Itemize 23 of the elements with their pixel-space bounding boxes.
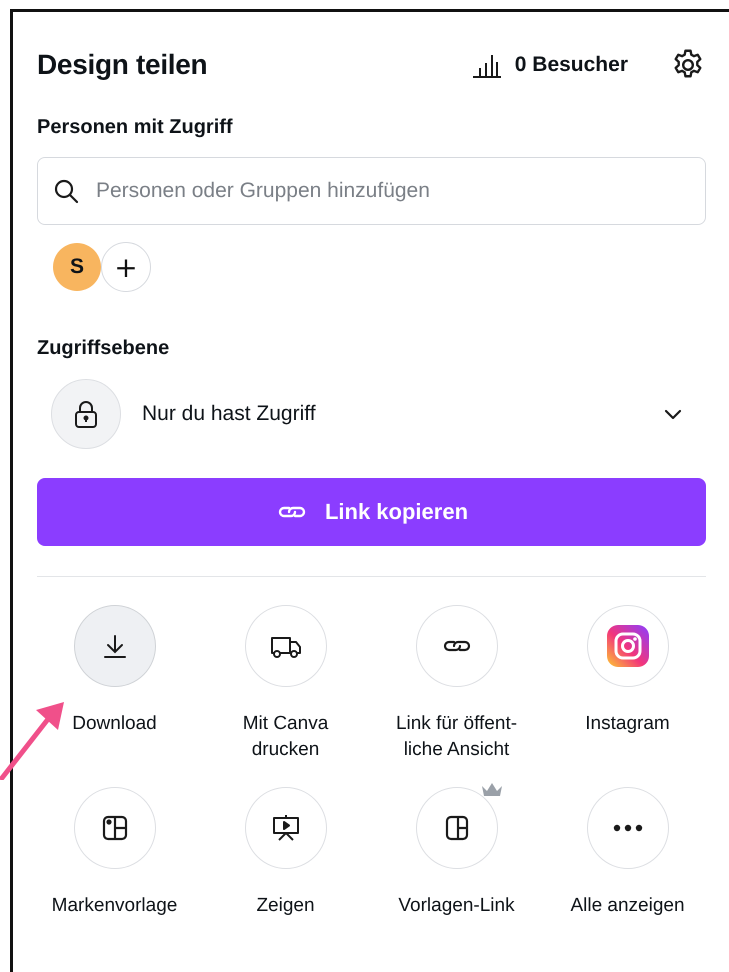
access-level-dropdown[interactable]: Nur du hast Zugriff [142, 402, 643, 426]
instagram-icon [606, 624, 650, 668]
option-label: Zeigen [255, 894, 316, 918]
section-heading: Personen mit Zugriff [37, 116, 234, 139]
visitor-count[interactable]: 0 Besucher [514, 53, 628, 77]
option-label: Vorlagen-Link [397, 894, 516, 918]
search-field[interactable]: Personen oder Gruppen hinzufügen [37, 157, 706, 225]
option-label: Alle anzeigen [569, 894, 686, 918]
more-icon [612, 824, 642, 832]
chevron-down-icon[interactable] [664, 408, 682, 420]
option-label: Link für öffent-liche Ansicht [394, 712, 518, 762]
avatar[interactable]: S [53, 243, 101, 291]
bar-chart-icon [470, 52, 503, 78]
copy-link-button[interactable]: Link kopieren [37, 478, 706, 546]
section-heading: Zugriffsebene [37, 337, 170, 360]
panel-title: Design teilen [37, 49, 208, 81]
option-label: Markenvorlage [50, 894, 178, 918]
option-label: Download [71, 712, 158, 736]
search-icon [53, 178, 79, 204]
lock-icon [73, 399, 99, 429]
option-label: Instagram [584, 712, 671, 736]
add-person-button[interactable]: + [101, 242, 151, 292]
option-label: Mit Canva drucken [242, 712, 330, 762]
